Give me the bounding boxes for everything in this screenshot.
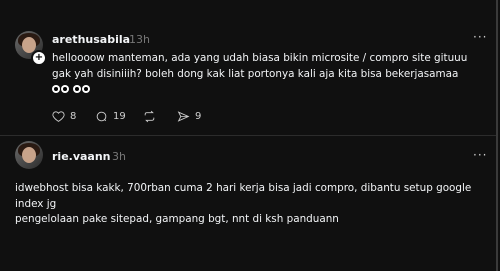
username[interactable]: arethusabila — [52, 33, 130, 46]
repost-icon — [144, 110, 155, 123]
post-text: helloooow manteman, ada yang udah biasa … — [52, 51, 492, 97]
timestamp: 13h — [129, 33, 150, 46]
heart-icon — [52, 111, 65, 122]
thread-panel: + arethusabila 13h ··· helloooow mantema… — [0, 0, 498, 271]
post-divider — [0, 135, 496, 136]
more-options-icon[interactable]: ··· — [473, 30, 487, 44]
like-button[interactable]: 8 — [52, 110, 76, 123]
comment-icon — [96, 111, 107, 122]
eyes-emoji — [52, 82, 492, 97]
username[interactable]: rie.vaann — [52, 150, 111, 163]
post-text-line: gak yah disiniiih? boleh dong kak liat p… — [52, 67, 459, 80]
repost-button[interactable] — [143, 110, 156, 123]
reply-text-line: idwebhost bisa kakk, 700rban cuma 2 hari… — [15, 182, 472, 194]
reply-button[interactable]: 19 — [95, 110, 126, 123]
timestamp: 3h — [112, 150, 126, 163]
send-icon — [177, 111, 190, 122]
post-text-line: helloooow manteman, ada yang udah biasa … — [52, 52, 468, 64]
reply-text: idwebhost bisa kakk, 700rban cuma 2 hari… — [15, 181, 493, 228]
follow-plus-icon[interactable]: + — [31, 50, 47, 66]
like-count: 8 — [70, 111, 77, 122]
reply-text-line: index jg — [15, 197, 57, 210]
reply-text-line: pengelolaan pake sitepad, gampang bgt, n… — [15, 213, 339, 225]
more-options-icon[interactable]: ··· — [473, 148, 487, 162]
share-count: 9 — [195, 111, 202, 122]
post-actions: 8 19 9 — [52, 110, 252, 126]
share-button[interactable]: 9 — [177, 110, 201, 123]
reply-count: 19 — [113, 111, 126, 122]
avatar[interactable] — [15, 141, 43, 169]
